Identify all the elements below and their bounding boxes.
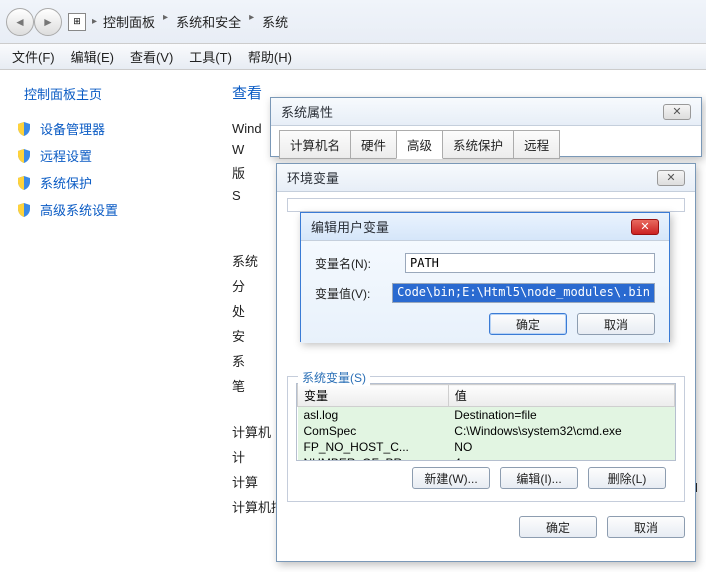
dialog-titlebar[interactable]: 环境变量 ✕ (277, 164, 695, 192)
tab-remote[interactable]: 远程 (513, 130, 560, 159)
system-variables-table-wrap[interactable]: 变量 值 asl.logDestination=fileComSpecC:\Wi… (296, 383, 676, 461)
ok-button[interactable]: 确定 (519, 516, 597, 538)
table-row[interactable]: ComSpecC:\Windows\system32\cmd.exe (298, 423, 675, 439)
breadcrumb-item[interactable]: 控制面板 (103, 12, 155, 31)
breadcrumb-item[interactable]: 系统 (262, 12, 288, 31)
dialog-titlebar[interactable]: 编辑用户变量 ✕ (301, 213, 669, 241)
cell-name: FP_NO_HOST_C... (298, 439, 449, 455)
dialog-titlebar[interactable]: 系统属性 ✕ (271, 98, 701, 126)
system-variables-table: 变量 值 asl.logDestination=fileComSpecC:\Wi… (297, 384, 675, 461)
tab-hardware[interactable]: 硬件 (350, 130, 397, 159)
shield-icon (16, 175, 32, 191)
sidebar-item-device-manager[interactable]: 设备管理器 (16, 119, 208, 138)
system-properties-dialog: 系统属性 ✕ 计算机名 硬件 高级 系统保护 远程 (270, 97, 702, 157)
cancel-button[interactable]: 取消 (607, 516, 685, 538)
variable-value-label: 变量值(V): (315, 285, 384, 302)
col-value[interactable]: 值 (448, 385, 674, 407)
nav-forward-button[interactable]: ► (34, 8, 62, 36)
dialog-buttons: 确定 取消 (277, 510, 695, 544)
user-variables-group: Administrator 的用户变量(U) (287, 198, 685, 212)
dialog-title: 系统属性 (281, 102, 333, 121)
tab-system-protection[interactable]: 系统保护 (442, 130, 514, 159)
edit-user-variable-dialog: 编辑用户变量 ✕ 变量名(N): 变量值(V): Code\bin;E:\Htm… (300, 212, 670, 342)
variable-value-input[interactable]: Code\bin;E:\Html5\node_modules\.bin (392, 283, 655, 303)
dialog-buttons: 确定 取消 (315, 313, 655, 337)
sidebar-title[interactable]: 控制面板主页 (24, 84, 208, 103)
sidebar-item-label: 设备管理器 (40, 119, 105, 138)
cell-value: Destination=file (448, 407, 674, 424)
shield-icon (16, 121, 32, 137)
breadcrumb-item[interactable]: 系统和安全 (176, 12, 241, 31)
dialog-title: 环境变量 (287, 168, 339, 187)
tabbar: 计算机名 硬件 高级 系统保护 远程 (279, 130, 693, 159)
menu-edit[interactable]: 编辑(E) (71, 47, 114, 66)
tab-computer-name[interactable]: 计算机名 (279, 130, 351, 159)
sidebar-item-label: 远程设置 (40, 146, 92, 165)
shield-icon (16, 148, 32, 164)
location-icon[interactable]: ⊞ (68, 13, 86, 31)
dialog-title: 编辑用户变量 (311, 217, 389, 236)
new-button[interactable]: 新建(W)... (412, 467, 490, 489)
dialog-body: 变量名(N): 变量值(V): Code\bin;E:\Html5\node_m… (301, 241, 669, 343)
table-row[interactable]: asl.logDestination=file (298, 407, 675, 424)
ok-button[interactable]: 确定 (489, 313, 567, 335)
cell-name: ComSpec (298, 423, 449, 439)
system-variables-group: 系统变量(S) 变量 值 asl.logDestination=fileComS… (287, 376, 685, 502)
system-variables-label: 系统变量(S) (298, 369, 370, 386)
col-name[interactable]: 变量 (298, 385, 449, 407)
cancel-button[interactable]: 取消 (577, 313, 655, 335)
close-icon[interactable]: ✕ (657, 170, 685, 186)
variable-name-label: 变量名(N): (315, 255, 397, 272)
breadcrumb-separator: ▸ (163, 12, 168, 31)
cell-name: asl.log (298, 407, 449, 424)
menu-tools[interactable]: 工具(T) (189, 47, 232, 66)
sidebar-item-system-protection[interactable]: 系统保护 (16, 173, 208, 192)
sidebar: 控制面板主页 设备管理器 远程设置 系统保护 高级系统设置 (0, 70, 220, 572)
delete-button[interactable]: 删除(L) (588, 467, 666, 489)
sidebar-item-label: 高级系统设置 (40, 200, 118, 219)
variable-name-input[interactable] (405, 253, 655, 273)
edit-button[interactable]: 编辑(I)... (500, 467, 578, 489)
explorer-titlebar: ◄ ► ⊞ ▸ 控制面板 ▸ 系统和安全 ▸ 系统 (0, 0, 706, 44)
nav-back-button[interactable]: ◄ (6, 8, 34, 36)
tab-advanced[interactable]: 高级 (396, 130, 443, 159)
breadcrumb-separator: ▸ (92, 16, 97, 27)
sidebar-item-advanced[interactable]: 高级系统设置 (16, 200, 208, 219)
sidebar-item-remote[interactable]: 远程设置 (16, 146, 208, 165)
close-icon[interactable]: ✕ (663, 104, 691, 120)
menu-file[interactable]: 文件(F) (12, 47, 55, 66)
nav-buttons: ◄ ► (6, 8, 62, 36)
shield-icon (16, 202, 32, 218)
close-icon[interactable]: ✕ (631, 219, 659, 235)
cell-value: NO (448, 439, 674, 455)
sidebar-item-label: 系统保护 (40, 173, 92, 192)
breadcrumb[interactable]: 控制面板 ▸ 系统和安全 ▸ 系统 (103, 12, 288, 31)
breadcrumb-separator: ▸ (249, 12, 254, 31)
table-row[interactable]: FP_NO_HOST_C...NO (298, 439, 675, 455)
cell-value: C:\Windows\system32\cmd.exe (448, 423, 674, 439)
menubar: 文件(F) 编辑(E) 查看(V) 工具(T) 帮助(H) (0, 44, 706, 70)
menu-help[interactable]: 帮助(H) (248, 47, 292, 66)
system-variables-buttons: 新建(W)... 编辑(I)... 删除(L) (296, 461, 676, 495)
menu-view[interactable]: 查看(V) (130, 47, 173, 66)
